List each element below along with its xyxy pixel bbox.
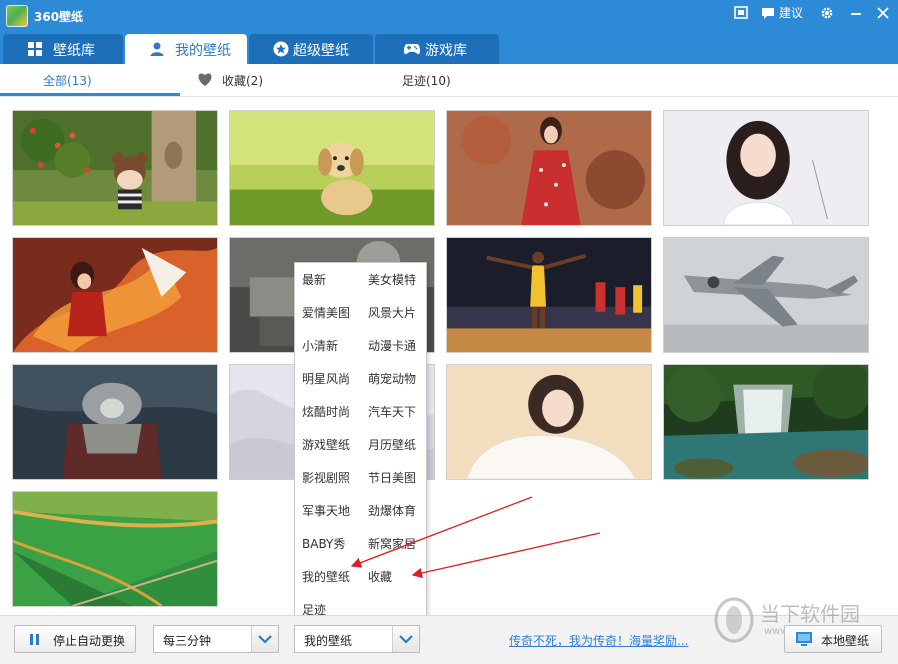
wallpaper-thumbnail[interactable] — [446, 110, 652, 226]
stop-auto-change-label: 停止自动更换 — [53, 634, 126, 648]
menu-item-fresh[interactable]: 小清新 — [302, 337, 338, 354]
wallpaper-thumbnail[interactable] — [663, 364, 869, 480]
menu-item-scenery[interactable]: 风景大片 — [368, 304, 416, 321]
local-wallpaper-label: 本地壁纸 — [821, 634, 870, 648]
wallpaper-thumbnail[interactable] — [663, 110, 869, 226]
local-wallpaper-button[interactable]: 本地壁纸 — [784, 625, 882, 653]
active-subtab-indicator — [0, 93, 180, 96]
chevron-down-icon — [251, 626, 278, 652]
menu-item-latest[interactable]: 最新 — [302, 271, 326, 288]
menu-item-beauty-model[interactable]: 美女模特 — [368, 271, 416, 288]
menu-item-sports[interactable]: 劲爆体育 — [368, 502, 416, 519]
menu-item-movie-stills[interactable]: 影视剧照 — [302, 469, 350, 486]
settings-gear-icon[interactable] — [819, 3, 835, 23]
grid-icon — [27, 41, 43, 57]
tab-label: 我的壁纸 — [175, 43, 231, 59]
wallpaper-thumbnail[interactable] — [446, 237, 652, 353]
subtab-history[interactable]: 足迹(10) — [402, 72, 451, 89]
tab-super-wallpaper[interactable]: 超级壁纸 — [249, 34, 373, 64]
interval-select[interactable]: 每三分钟 — [153, 625, 279, 653]
wallpaper-thumbnail[interactable] — [12, 364, 218, 480]
watermark-text: 当下软件园 — [760, 602, 860, 626]
menu-item-my-wallpapers[interactable]: 我的壁纸 — [302, 568, 350, 585]
menu-item-games[interactable]: 游戏壁纸 — [302, 436, 350, 453]
menu-item-favorites[interactable]: 收藏 — [368, 568, 392, 585]
menu-item-love[interactable]: 爱情美图 — [302, 304, 350, 321]
minimize-button[interactable] — [849, 3, 863, 23]
suggest-label: 建议 — [779, 6, 804, 20]
skin-icon[interactable] — [734, 3, 748, 23]
wallpaper-thumbnail[interactable] — [12, 110, 218, 226]
chat-icon — [761, 3, 775, 23]
user-icon — [149, 41, 165, 57]
wallpaper-thumbnail[interactable] — [12, 491, 218, 607]
stop-auto-change-button[interactable]: 停止自动更换 — [14, 625, 136, 653]
menu-item-cool-fashion[interactable]: 炫酷时尚 — [302, 403, 350, 420]
wallpaper-thumbnail[interactable] — [229, 110, 435, 226]
menu-item-cars[interactable]: 汽车天下 — [368, 403, 416, 420]
source-value: 我的壁纸 — [304, 634, 353, 648]
star-icon — [273, 41, 289, 57]
tab-label: 游戏库 — [425, 43, 467, 59]
menu-item-holiday[interactable]: 节日美图 — [368, 469, 416, 486]
close-button[interactable] — [876, 3, 890, 23]
pause-icon — [29, 633, 41, 649]
gamepad-icon — [403, 41, 421, 57]
heart-icon — [196, 71, 214, 90]
tab-label: 超级壁纸 — [293, 43, 349, 59]
menu-item-celebrity[interactable]: 明星风尚 — [302, 370, 350, 387]
menu-item-baby[interactable]: BABY秀 — [302, 535, 345, 552]
subtab-favorites-label: 收藏(2) — [222, 74, 263, 88]
app-title: 360壁纸 — [34, 10, 84, 24]
wallpaper-thumbnail[interactable] — [446, 364, 652, 480]
tab-my-wallpapers[interactable]: 我的壁纸 — [125, 34, 247, 64]
promo-link[interactable]: 传奇不死，我为传奇！海量奖励... — [509, 632, 688, 649]
wallpaper-thumbnail[interactable] — [663, 237, 869, 353]
source-select[interactable]: 我的壁纸 — [294, 625, 420, 653]
subtab-favorites[interactable]: 收藏(2) — [196, 71, 263, 90]
tab-game-library[interactable]: 游戏库 — [375, 34, 499, 64]
menu-item-home[interactable]: 新窝家居 — [368, 535, 416, 552]
tab-label: 壁纸库 — [53, 43, 95, 59]
interval-value: 每三分钟 — [163, 634, 212, 648]
app-logo-icon — [6, 5, 28, 27]
menu-item-military[interactable]: 军事天地 — [302, 502, 350, 519]
wallpaper-thumbnail[interactable] — [12, 237, 218, 353]
menu-item-pets[interactable]: 萌宠动物 — [368, 370, 416, 387]
menu-item-calendar[interactable]: 月历壁纸 — [368, 436, 416, 453]
subtab-all[interactable]: 全部(13) — [43, 72, 92, 89]
monitor-icon — [795, 631, 813, 650]
tab-wallpaper-library[interactable]: 壁纸库 — [3, 34, 123, 64]
chevron-down-icon — [392, 626, 419, 652]
menu-item-anime[interactable]: 动漫卡通 — [368, 337, 416, 354]
title-bar: 360壁纸 建议 — [0, 0, 898, 33]
